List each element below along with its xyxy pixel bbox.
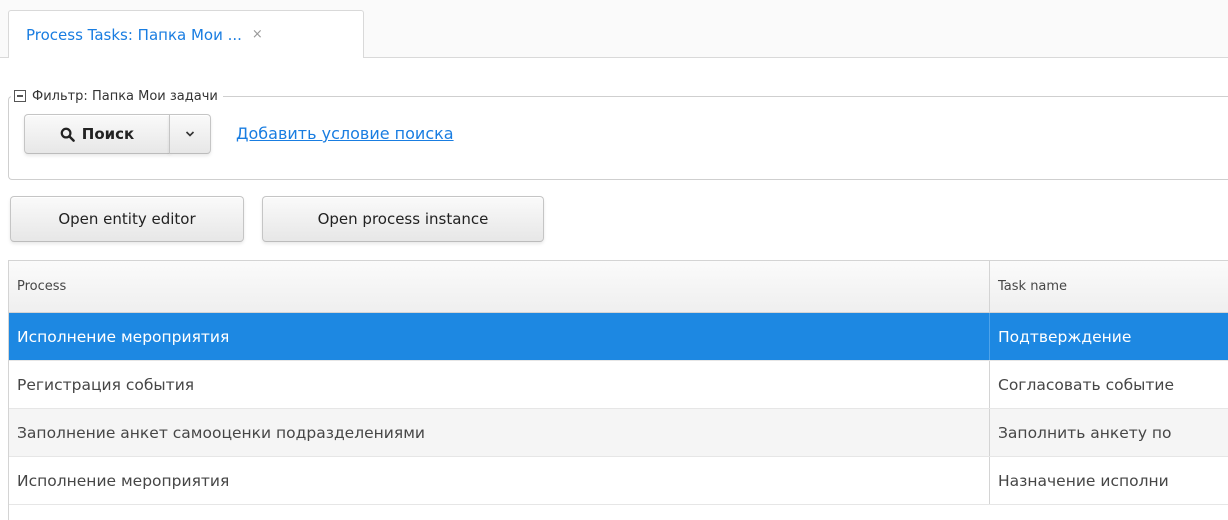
search-button-label: Поиск [81, 125, 135, 143]
chevron-down-icon [185, 131, 195, 137]
cell-task-name: Заполнить анкету по [989, 409, 1228, 456]
filter-legend-label[interactable]: Фильтр: Папка Мои задачи [32, 89, 218, 104]
open-process-instance-button[interactable]: Open process instance [262, 196, 544, 242]
table-row[interactable]: Исполнение мероприятия Подтверждение [9, 313, 1228, 361]
minus-square-icon[interactable] [14, 90, 26, 102]
close-icon[interactable]: × [252, 27, 263, 42]
cell-process: Исполнение мероприятия [17, 471, 230, 490]
table-row[interactable]: Исполнение мероприятия Назначение исполн… [9, 457, 1228, 505]
tasks-table: Process Task name Исполнение мероприятия… [8, 260, 1228, 520]
table-row[interactable]: Заполнение анкет самооценки подразделени… [9, 409, 1228, 457]
search-icon [60, 127, 75, 142]
tab-title[interactable]: Process Tasks: Папка Мои ... [26, 26, 242, 44]
cell-process: Заполнение анкет самооценки подразделени… [17, 423, 425, 442]
cell-process: Регистрация события [17, 375, 195, 394]
search-dropdown-button[interactable] [169, 114, 211, 154]
tab-bar: Process Tasks: Папка Мои ... × [0, 0, 1228, 58]
cell-task-name: Согласовать событие [989, 361, 1228, 408]
filter-legend: Фильтр: Папка Мои задачи [11, 86, 223, 106]
add-search-condition-link[interactable]: Добавить условие поиска [236, 124, 454, 143]
cell-task-name: Подтверждение [989, 313, 1228, 360]
cell-task-name: Назначение исполни [989, 457, 1228, 504]
column-header-task-name[interactable]: Task name [989, 261, 1228, 312]
tab-process-tasks[interactable]: Process Tasks: Папка Мои ... × [8, 10, 364, 58]
table-header: Process Task name [9, 261, 1228, 313]
search-button-group: Поиск [24, 114, 211, 154]
open-entity-editor-button[interactable]: Open entity editor [10, 196, 244, 242]
search-button[interactable]: Поиск [24, 114, 170, 154]
column-header-process[interactable]: Process [9, 261, 989, 312]
table-row[interactable]: Регистрация события Согласовать событие [9, 361, 1228, 409]
cell-process: Исполнение мероприятия [17, 327, 230, 346]
